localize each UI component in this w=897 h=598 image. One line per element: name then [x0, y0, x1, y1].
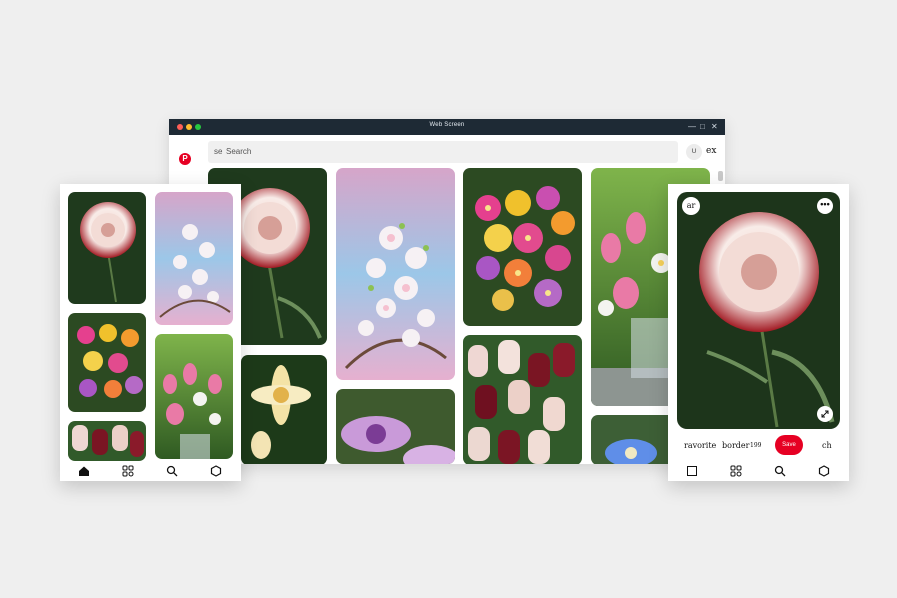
desktop-window: Web Screen — □ ✕ P se Search U ex: [169, 119, 725, 464]
pin-striped-tulips-mobile[interactable]: [68, 421, 146, 461]
purple-flower-image: [336, 389, 455, 464]
search-icon[interactable]: [774, 465, 786, 477]
primrose-image: [463, 168, 582, 326]
pin-carnation-mobile[interactable]: [68, 192, 146, 304]
account-label[interactable]: ex: [706, 146, 716, 156]
board-badge[interactable]: ar: [682, 197, 700, 215]
pin-purple-flower[interactable]: [336, 389, 455, 464]
pin-lily[interactable]: [241, 355, 327, 464]
trailing-label[interactable]: ch: [822, 441, 832, 450]
cherry-blossom-image: [336, 168, 455, 380]
striped-tulips-image: [463, 335, 582, 464]
favorite-label[interactable]: ravorite: [684, 441, 716, 450]
pin-detail-image[interactable]: [677, 192, 840, 429]
profile-icon[interactable]: [818, 465, 830, 477]
count-label: 199: [750, 442, 762, 449]
explore-icon[interactable]: [730, 465, 742, 477]
avatar[interactable]: U: [686, 144, 702, 160]
app-logo-icon[interactable]: P: [179, 153, 191, 165]
border-label[interactable]: border: [722, 441, 749, 450]
cherry-blossom-image: [155, 192, 233, 325]
square-icon[interactable]: [686, 465, 698, 477]
carnation-image: [68, 192, 146, 304]
title-bar: Web Screen — □ ✕: [169, 119, 725, 135]
pin-cherry-blossom[interactable]: [336, 168, 455, 380]
expand-icon[interactable]: [817, 406, 833, 422]
primrose-image: [68, 313, 146, 412]
search-input[interactable]: se Search: [208, 141, 678, 163]
bottom-nav: [60, 461, 241, 481]
striped-tulips-image: [68, 421, 146, 461]
pin-striped-tulips[interactable]: [463, 335, 582, 464]
mobile-feed-screen: [60, 184, 241, 481]
pin-tulip-bouquet-mobile[interactable]: [155, 334, 233, 459]
mobile-pin-detail-screen: ar •••: [668, 184, 849, 481]
tulip-bouquet-image: [155, 334, 233, 459]
pin-cherry-blossom-mobile[interactable]: [155, 192, 233, 325]
minimize-icon[interactable]: —: [688, 121, 696, 132]
carnation-image: [677, 192, 840, 429]
window-title: Web Screen: [429, 122, 465, 128]
bottom-nav: [668, 461, 849, 481]
search-icon[interactable]: [166, 465, 178, 477]
close-icon[interactable]: ✕: [711, 121, 718, 132]
home-icon[interactable]: [78, 465, 90, 477]
pin-primrose[interactable]: [463, 168, 582, 326]
restore-icon[interactable]: □: [700, 121, 705, 132]
more-options-icon[interactable]: •••: [817, 198, 833, 214]
search-placeholder: Search: [226, 147, 252, 156]
pin-primrose-mobile[interactable]: [68, 313, 146, 412]
search-prefix: se: [214, 147, 223, 156]
scrollbar[interactable]: [718, 171, 723, 181]
profile-icon[interactable]: [210, 465, 222, 477]
explore-icon[interactable]: [122, 465, 134, 477]
save-button[interactable]: Save: [775, 435, 803, 455]
lily-image: [241, 355, 327, 464]
